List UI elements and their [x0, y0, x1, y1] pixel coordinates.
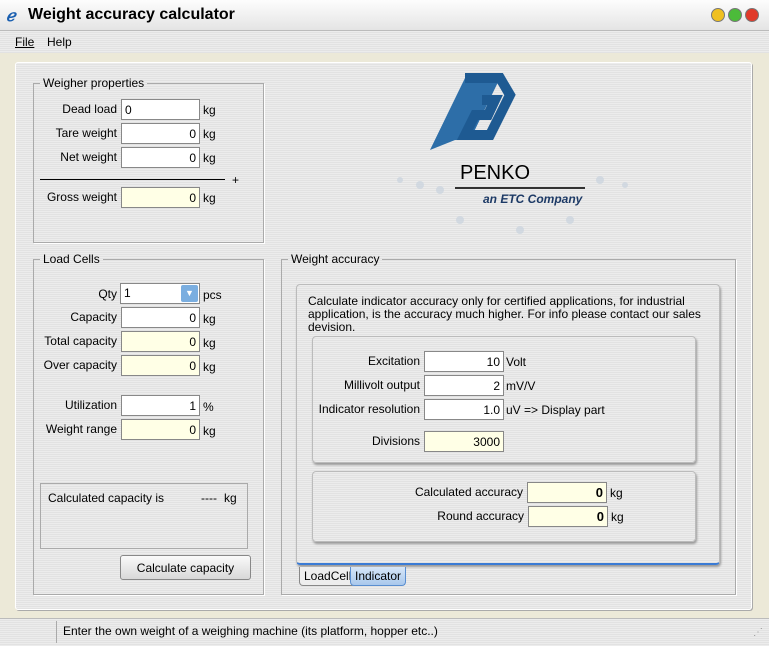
- dead-load-label: Dead load: [62, 102, 117, 116]
- status-bar: Enter the own weight of a weighing machi…: [0, 618, 769, 646]
- millivolt-output-input[interactable]: [424, 375, 504, 396]
- info-text: Calculate indicator accuracy only for ce…: [308, 294, 701, 334]
- unit-label: kg: [203, 336, 216, 350]
- qty-select[interactable]: 1 ▼: [120, 283, 200, 304]
- excitation-label: Excitation: [367, 354, 420, 368]
- net-weight-label: Net weight: [60, 150, 117, 164]
- calculated-accuracy-label: Calculated accuracy: [414, 485, 523, 499]
- window-title: Weight accuracy calculator: [28, 6, 235, 23]
- unit-label: kg: [203, 360, 216, 374]
- tab-loadcell[interactable]: LoadCell: [299, 567, 357, 586]
- group-title: Load Cells: [43, 252, 100, 266]
- utilization-label: Utilization: [64, 398, 117, 412]
- divisions-label: Divisions: [371, 434, 420, 448]
- weight-range-field: [121, 419, 200, 440]
- capacity-input[interactable]: [121, 307, 200, 328]
- calculated-capacity-value: ----: [201, 491, 217, 505]
- dead-load-input[interactable]: [121, 99, 200, 120]
- maximize-button[interactable]: [728, 8, 742, 22]
- logo-tagline: an ETC Company: [483, 192, 583, 206]
- unit-label: mV/V: [506, 379, 536, 393]
- calculated-accuracy-field: [527, 482, 607, 503]
- title-bar: ℯ Weight accuracy calculator: [0, 0, 769, 31]
- unit-label: kg: [203, 191, 216, 205]
- status-text: Enter the own weight of a weighing machi…: [63, 624, 438, 638]
- group-title: Weight accuracy: [291, 252, 380, 266]
- net-weight-input[interactable]: [121, 147, 200, 168]
- total-capacity-label: Total capacity: [44, 334, 117, 348]
- qty-value: 1: [124, 286, 131, 300]
- resize-grip-icon[interactable]: ⋰: [753, 627, 763, 638]
- group-title: Weigher properties: [43, 76, 145, 90]
- capacity-label: Capacity: [70, 310, 117, 324]
- sum-divider: [40, 179, 225, 180]
- qty-label: Qty: [98, 287, 117, 301]
- millivolt-output-label: Millivolt output: [343, 378, 420, 392]
- logo-brand: PENKO: [460, 162, 531, 184]
- weight-range-label: Weight range: [45, 422, 117, 436]
- gross-weight-label: Gross weight: [46, 190, 117, 204]
- unit-label: kg: [224, 491, 237, 505]
- unit-label: Volt: [506, 355, 527, 369]
- utilization-input[interactable]: [121, 395, 200, 416]
- unit-label: pcs: [203, 288, 222, 302]
- round-accuracy-field: [528, 506, 608, 527]
- status-divider: [56, 621, 57, 643]
- excitation-input[interactable]: [424, 351, 504, 372]
- over-capacity-field: [121, 355, 200, 376]
- result-panel: [312, 471, 696, 542]
- minimize-button[interactable]: [711, 8, 725, 22]
- calculate-capacity-button[interactable]: Calculate capacity: [120, 555, 251, 580]
- divisions-field: [424, 431, 504, 452]
- unit-label: %: [203, 400, 214, 414]
- gross-weight-field: [121, 187, 200, 208]
- plus-sign: +: [232, 173, 240, 187]
- close-button[interactable]: [745, 8, 759, 22]
- app-icon: ℯ: [6, 8, 16, 25]
- chevron-down-icon[interactable]: ▼: [181, 285, 198, 302]
- logo-graphic: [397, 73, 628, 234]
- unit-label: kg: [203, 312, 216, 326]
- unit-label: kg: [203, 127, 216, 141]
- menu-file[interactable]: File: [15, 35, 34, 49]
- unit-label: kg: [203, 424, 216, 438]
- round-accuracy-label: Round accuracy: [437, 509, 524, 523]
- total-capacity-field: [121, 331, 200, 352]
- penko-logo: PENKO an ETC Company: [370, 70, 670, 240]
- tab-indicator[interactable]: Indicator: [350, 567, 407, 586]
- unit-label: kg: [203, 151, 216, 165]
- unit-label: kg: [203, 103, 216, 117]
- unit-label: kg: [610, 486, 623, 500]
- calculated-capacity-text: Calculated capacity is: [48, 491, 165, 505]
- unit-label: uV => Display part: [506, 403, 605, 417]
- indicator-resolution-label: Indicator resolution: [318, 402, 420, 416]
- over-capacity-label: Over capacity: [43, 358, 117, 372]
- tare-weight-label: Tare weight: [55, 126, 117, 140]
- indicator-resolution-input[interactable]: [424, 399, 504, 420]
- menu-help[interactable]: Help: [47, 35, 72, 49]
- unit-label: kg: [611, 510, 624, 524]
- menu-bar: [0, 31, 769, 53]
- tare-weight-input[interactable]: [121, 123, 200, 144]
